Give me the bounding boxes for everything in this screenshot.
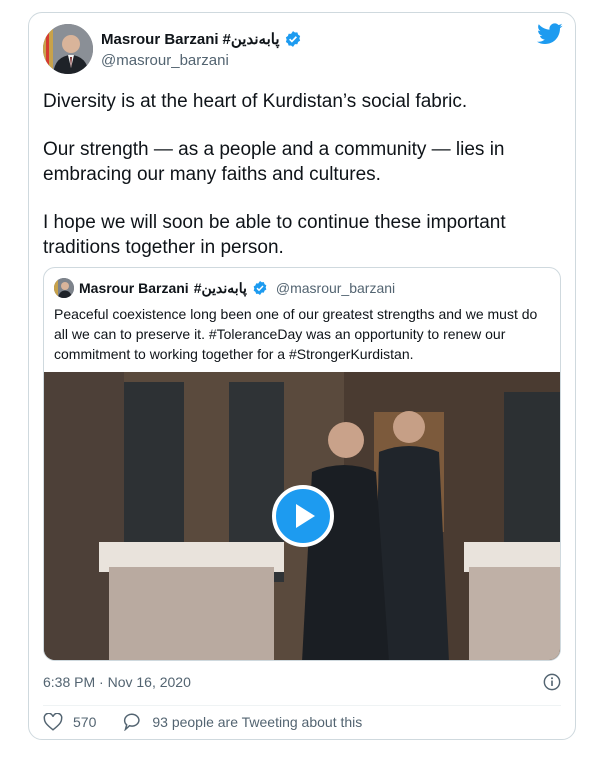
divider	[43, 705, 561, 706]
heart-icon	[43, 713, 63, 731]
quoted-avatar	[54, 278, 74, 298]
video-player[interactable]	[44, 372, 560, 660]
verified-icon	[253, 281, 267, 295]
like-button[interactable]: 570	[43, 713, 96, 731]
tweet-text: Diversity is at the heart of Kurdistan’s…	[43, 89, 563, 283]
quoted-author-handle: @masrour_barzani	[275, 280, 396, 296]
quoted-header: Masrour Barzani #پابەندین @masrour_barza…	[54, 278, 395, 298]
tweet-timestamp[interactable]: 6:38 PM · Nov 16, 2020	[43, 674, 191, 690]
play-button[interactable]	[272, 485, 334, 547]
quoted-tweet[interactable]: Masrour Barzani #پابەندین @masrour_barza…	[43, 267, 561, 661]
author-handle[interactable]: @masrour_barzani	[101, 52, 229, 69]
avatar[interactable]	[43, 24, 93, 74]
author-hashtag[interactable]: #پابەندین	[223, 30, 280, 48]
tweet-paragraph: I hope we will soon be able to continue …	[43, 212, 506, 258]
tweet-card: Masrour Barzani #پابەندین @masrour_barza…	[28, 12, 576, 740]
twitter-bird-icon[interactable]	[537, 23, 563, 45]
verified-icon	[285, 31, 300, 47]
quoted-author-name: Masrour Barzani	[79, 280, 189, 296]
tweeting-about-label: 93 people are Tweeting about this	[152, 714, 363, 730]
like-count: 570	[73, 714, 97, 730]
comment-icon	[124, 713, 141, 731]
tweet-paragraph: Our strength — as a people and a communi…	[43, 139, 505, 185]
play-icon	[296, 504, 315, 528]
tweeting-about-button[interactable]: 93 people are Tweeting about this	[122, 713, 362, 731]
tweet-paragraph: Diversity is at the heart of Kurdistan’s…	[43, 91, 468, 112]
quoted-text: Peaceful coexistence long been one of ou…	[54, 306, 538, 362]
author-name[interactable]: Masrour Barzani	[101, 31, 219, 48]
info-icon[interactable]	[543, 673, 561, 691]
quoted-author-hashtag: #پابەندین	[193, 279, 247, 296]
tweet-actions: 570 93 people are Tweeting about this	[43, 713, 388, 731]
author-name-row[interactable]: Masrour Barzani #پابەندین	[101, 30, 302, 48]
